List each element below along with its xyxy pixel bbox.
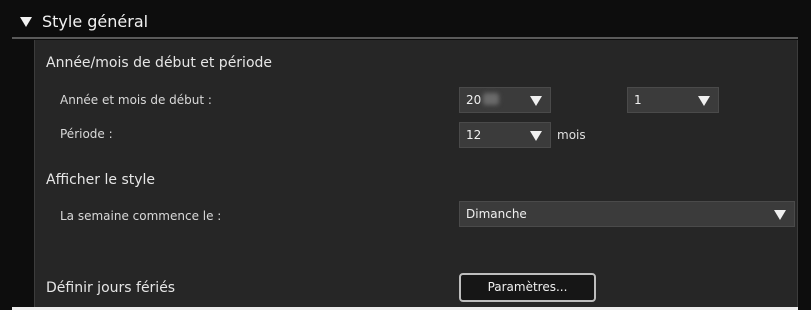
start-period-group-title: Année/mois de début et période <box>46 55 273 71</box>
chevron-down-icon <box>698 96 710 106</box>
holidays-label: Définir jours fériés <box>46 280 176 296</box>
calendar-style-settings: Style général Année/mois de début et pér… <box>0 0 811 310</box>
chevron-down-icon <box>530 131 542 141</box>
start-month-select[interactable]: 1 <box>627 87 719 113</box>
week-start-value: Dimanche <box>466 207 527 221</box>
week-start-select[interactable]: Dimanche <box>459 201 795 227</box>
header-divider <box>12 37 798 39</box>
period-label: Période : <box>60 127 113 141</box>
period-select[interactable]: 12 <box>459 122 551 148</box>
triangle-down-icon[interactable] <box>20 17 32 27</box>
chevron-down-icon <box>530 96 542 106</box>
start-year-value: 20 <box>466 93 482 107</box>
period-unit-label: mois <box>557 128 586 142</box>
section-title: Style général <box>42 12 149 31</box>
week-start-label: La semaine commence le : <box>60 209 222 223</box>
period-value: 12 <box>466 128 482 142</box>
holiday-settings-button[interactable]: Paramètres... <box>459 273 596 302</box>
start-month-value: 1 <box>634 93 642 107</box>
redacted-year-digits <box>483 93 500 105</box>
start-year-select[interactable]: 20 <box>459 87 551 113</box>
chevron-down-icon <box>774 210 786 220</box>
start-date-label: Année et mois de début : <box>60 93 212 107</box>
display-style-group-title: Afficher le style <box>46 172 156 188</box>
